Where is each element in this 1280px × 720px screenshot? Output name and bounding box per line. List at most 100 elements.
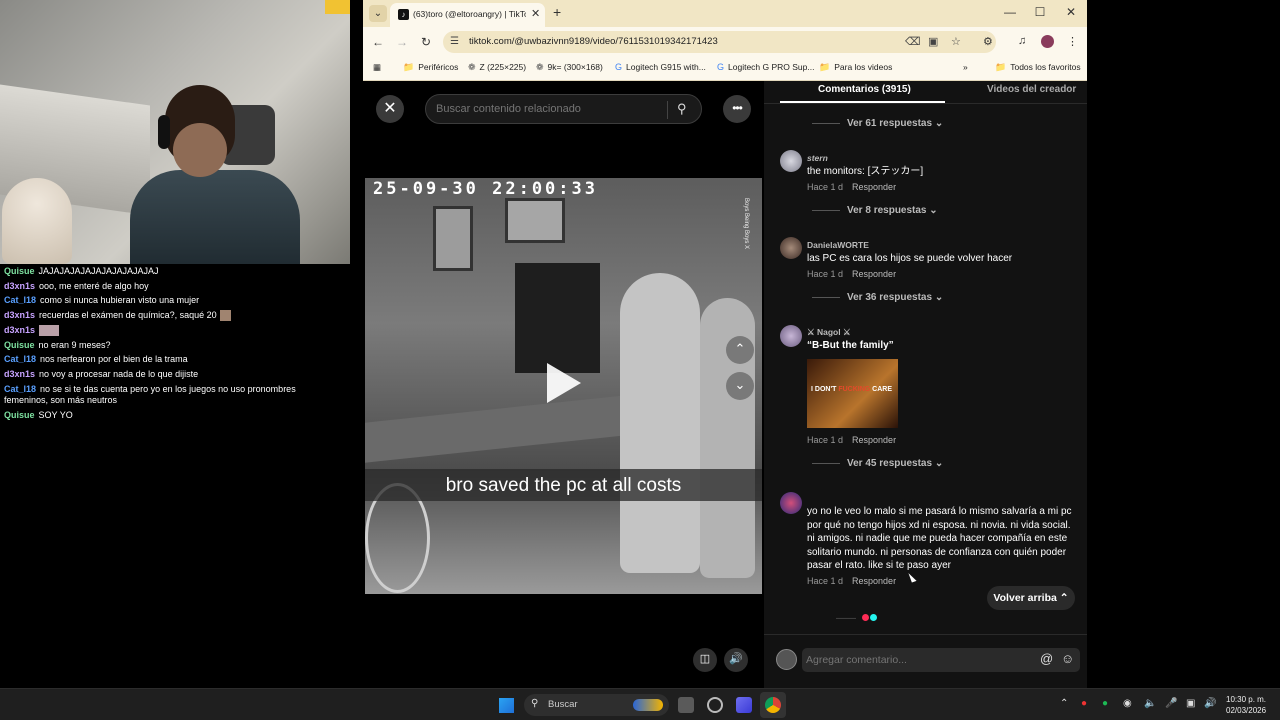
media-controls-icon[interactable]: ♫ xyxy=(1018,35,1026,47)
play-icon[interactable] xyxy=(547,363,581,403)
volume-button[interactable]: 🔊 xyxy=(724,648,748,672)
emoji-icon[interactable]: ☺ xyxy=(1061,651,1074,666)
comment-username[interactable]: stern xyxy=(807,153,828,163)
sword-icon: ⚔ xyxy=(840,327,851,337)
spotify-icon[interactable]: ● xyxy=(1102,698,1108,709)
view-replies-link[interactable]: ——— Ver 45 respuestas ⌄ xyxy=(812,458,943,469)
back-to-top-button[interactable]: Volver arriba ⌃ xyxy=(987,586,1075,610)
minimize-button[interactable]: — xyxy=(1000,5,1020,19)
view-replies-link[interactable]: ——— Ver 8 respuestas ⌄ xyxy=(812,205,938,216)
view-replies-link[interactable]: ——— Ver 36 respuestas ⌄ xyxy=(812,292,943,303)
bookmark-star-icon[interactable]: ☆ xyxy=(951,35,961,48)
chrome-menu-icon[interactable]: ⋮ xyxy=(1067,35,1078,48)
apps-grid-icon[interactable]: ▦ xyxy=(373,62,381,73)
comment-username[interactable]: ⚔ Nagol ⚔ xyxy=(807,327,851,338)
new-tab-button[interactable]: + xyxy=(553,4,561,20)
reload-button[interactable]: ↻ xyxy=(418,35,434,49)
reply-button[interactable]: Responder xyxy=(852,435,896,445)
avatar[interactable] xyxy=(780,237,802,259)
bookmark-item[interactable]: ❁ 9k= (300×168) xyxy=(536,62,603,73)
chevron-down-icon: ⌄ xyxy=(934,458,944,469)
bookmarks-overflow-icon[interactable]: » xyxy=(963,62,968,72)
chat-username: Quisue xyxy=(4,409,35,420)
taskbar-search[interactable]: ⚲ Buscar xyxy=(524,694,669,716)
omnibox[interactable]: ☰ tiktok.com/@uwbazivnn9189/video/761153… xyxy=(443,31,996,53)
reply-dash: ——— xyxy=(812,292,840,303)
folder-icon: 📁 xyxy=(995,62,1007,72)
avatar[interactable] xyxy=(780,492,802,514)
tab-tiktok[interactable]: ♪ (63)toro (@eltoroangry) | TikTok ✕ xyxy=(390,3,545,27)
translate-icon[interactable]: ⌫ xyxy=(905,35,921,48)
app-icon[interactable] xyxy=(736,697,752,713)
chat-username: Quisue xyxy=(4,339,35,350)
forward-button[interactable]: → xyxy=(394,35,410,49)
mention-icon[interactable]: @ xyxy=(1040,651,1053,666)
search-highlight-icon xyxy=(633,699,663,711)
bookmark-item[interactable]: G Logitech G915 with... xyxy=(615,62,706,72)
windows-taskbar: ⚲ Buscar ⌃ ● ● ◉ 🔈 🎤 ▣ 🔊 10:30 p. m. 02/… xyxy=(0,688,1280,720)
close-video-button[interactable]: ✕ xyxy=(376,95,404,123)
bookmark-label: Z (225×225) xyxy=(479,62,527,72)
comment-input[interactable] xyxy=(806,652,1026,668)
install-app-icon[interactable]: ▣ xyxy=(928,35,938,48)
pip-button[interactable]: ◫ xyxy=(693,648,717,672)
loading-indicator: —— xyxy=(836,608,878,626)
reply-button[interactable]: Responder xyxy=(852,182,896,192)
related-search-box[interactable]: ⚲ xyxy=(425,94,702,124)
webcam-lamp xyxy=(325,0,350,14)
tray-app-icon[interactable]: ● xyxy=(1081,698,1087,709)
all-bookmarks[interactable]: 📁 Todos los favoritos xyxy=(995,62,1081,73)
discord-icon[interactable]: ◉ xyxy=(1123,698,1132,709)
avatar[interactable] xyxy=(780,150,802,172)
tray-overflow-icon[interactable]: ⌃ xyxy=(1060,698,1068,709)
comment-input-box[interactable]: @ ☺ xyxy=(802,648,1080,672)
system-clock[interactable]: 10:30 p. m. 02/03/2026 xyxy=(1226,694,1266,716)
next-video-button[interactable]: ⌄ xyxy=(726,372,754,400)
volume-icon[interactable]: 🔊 xyxy=(1204,698,1216,709)
bookmark-item[interactable]: ❁ Z (225×225) xyxy=(468,62,526,73)
maximize-button[interactable]: ☐ xyxy=(1030,5,1050,19)
chrome-icon[interactable] xyxy=(765,697,781,713)
avatar[interactable] xyxy=(780,325,802,347)
reply-button[interactable]: Responder xyxy=(852,576,896,586)
search-icon[interactable]: ⚲ xyxy=(677,101,687,117)
tab-comments[interactable]: Comentarios (3915) xyxy=(818,84,911,95)
comment-meta: Hace 1 d Responder xyxy=(807,435,896,445)
back-button[interactable]: ← xyxy=(370,35,386,49)
view-replies-label: Ver 8 respuestas xyxy=(847,205,927,216)
profile-avatar[interactable] xyxy=(1041,35,1054,48)
view-replies-link[interactable]: ——— Ver 61 respuestas ⌄ xyxy=(812,118,943,129)
tab-close-icon[interactable]: ✕ xyxy=(531,7,540,20)
close-window-button[interactable]: ✕ xyxy=(1061,5,1081,19)
bookmark-label: Todos los favoritos xyxy=(1010,62,1081,72)
reply-button[interactable]: Responder xyxy=(852,269,896,279)
video-player[interactable]: 25-09-30 22:00:33 Boys Being Boys X ⌃ ⌄ … xyxy=(365,178,762,594)
video-person xyxy=(620,273,700,573)
speaker-icon[interactable]: 🔈 xyxy=(1144,698,1156,709)
previous-video-button[interactable]: ⌃ xyxy=(726,336,754,364)
video-desk xyxy=(365,393,645,463)
comment-username[interactable]: DanielaWORTE xyxy=(807,240,869,250)
obs-icon[interactable] xyxy=(707,697,723,713)
comment-time: Hace 1 d xyxy=(807,576,844,586)
related-search-input[interactable] xyxy=(436,101,656,117)
comment-text: las PC es cara los hijos se puede volver… xyxy=(807,253,1013,264)
tab-search-button[interactable]: ⌄ xyxy=(369,5,387,22)
comment-text: “B-But the family” xyxy=(807,340,894,351)
comment-gif[interactable]: I DON'T FUCKING CARE xyxy=(807,359,898,428)
chat-username: Quisue xyxy=(4,266,35,276)
bookmark-item[interactable]: G Logitech G PRO Sup... xyxy=(717,62,814,72)
bookmark-label: Logitech G915 with... xyxy=(626,62,706,72)
more-options-button[interactable]: ••• xyxy=(723,95,751,123)
bookmark-item[interactable]: 📁 Para los videos xyxy=(819,62,892,73)
network-icon[interactable]: ▣ xyxy=(1186,698,1195,709)
bookmark-item[interactable]: 📁 Periféricos xyxy=(403,62,458,73)
file-explorer-icon[interactable] xyxy=(678,697,694,713)
tab-creator-videos[interactable]: Videos del creador xyxy=(987,84,1076,95)
extensions-icon[interactable]: ⚙ xyxy=(983,35,993,48)
chevron-down-icon: ⌄ xyxy=(929,205,938,216)
microphone-icon[interactable]: 🎤 xyxy=(1165,698,1177,709)
chat-text: no se si te das cuenta pero yo en los ju… xyxy=(4,383,296,405)
start-button[interactable] xyxy=(499,698,514,713)
site-info-icon[interactable]: ☰ xyxy=(450,36,459,47)
